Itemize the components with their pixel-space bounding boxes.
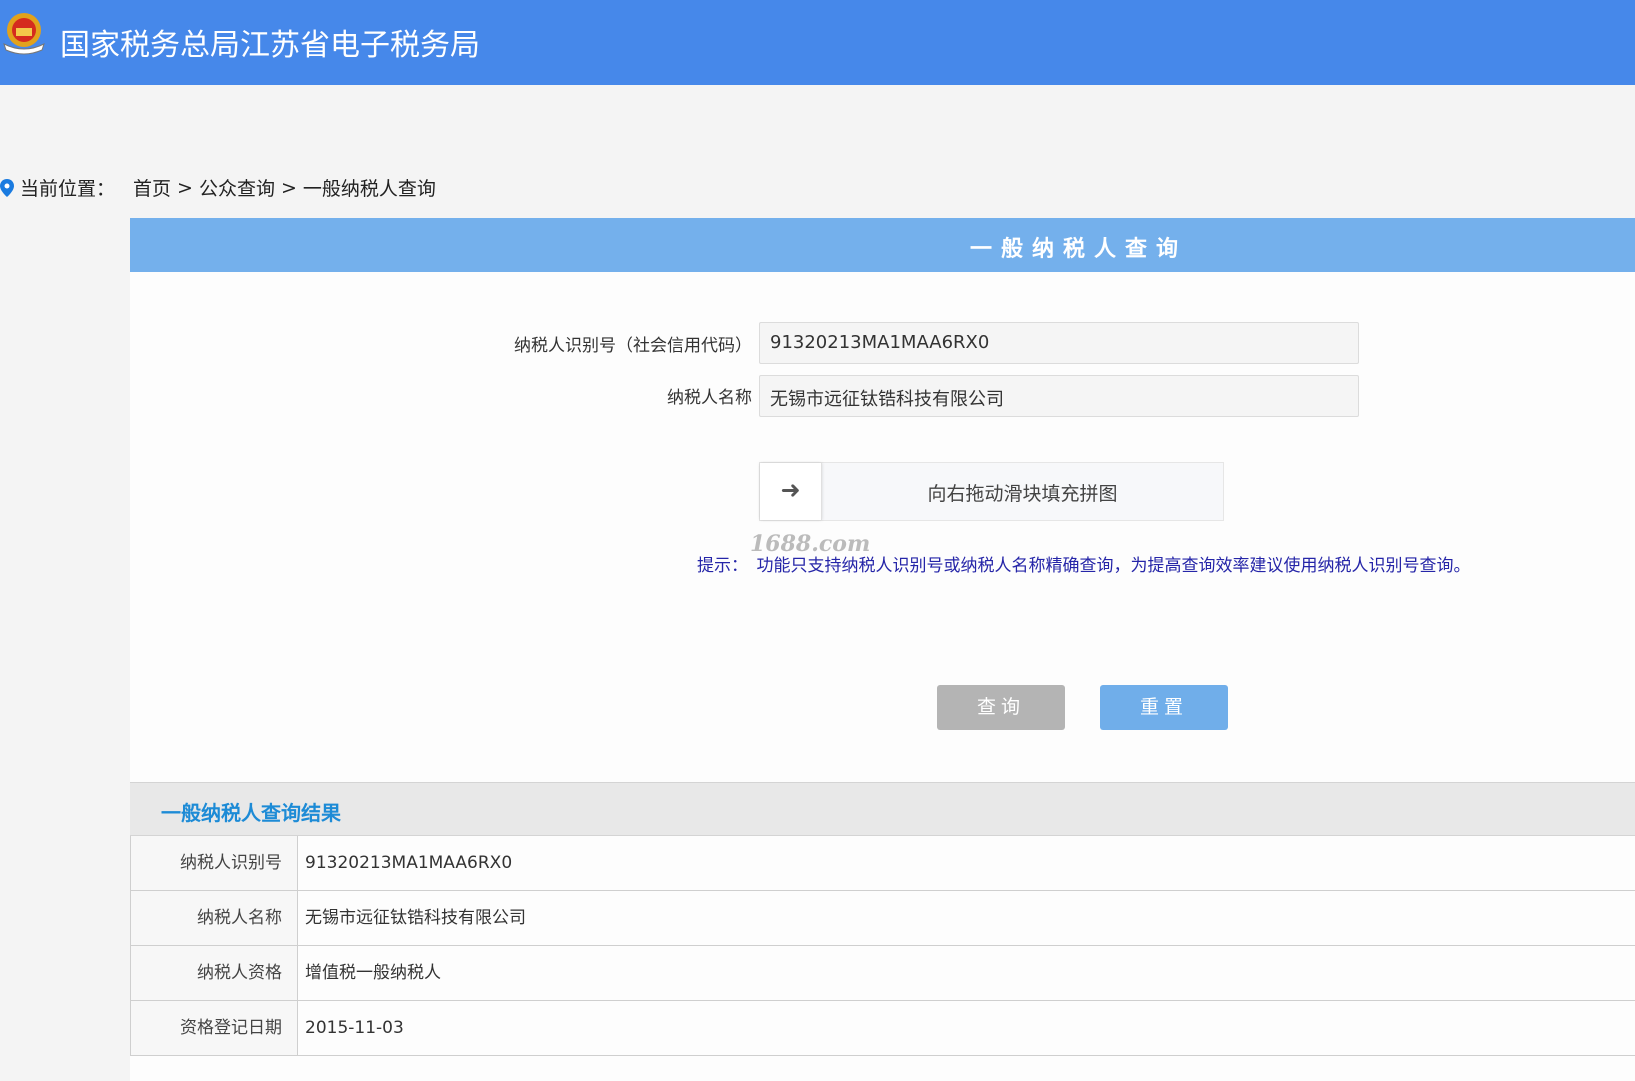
breadcrumb-separator: >: [177, 176, 193, 199]
query-button[interactable]: 查询: [937, 685, 1065, 730]
taxpayer-id-label: 纳税人识别号（社会信用代码）: [514, 336, 752, 356]
taxpayer-name-label: 纳税人名称: [667, 388, 752, 408]
row-label: 纳税人名称: [131, 891, 298, 945]
breadcrumb-label: 当前位置：: [20, 178, 116, 200]
table-row: 纳税人名称 无锡市远征钛锆科技有限公司: [130, 891, 1635, 946]
slider-handle[interactable]: ➜: [760, 463, 822, 520]
header-bar: 国家税务总局江苏省电子税务局: [0, 0, 1635, 85]
reset-button[interactable]: 重置: [1100, 685, 1228, 730]
row-value: 91320213MA1MAA6RX0: [305, 853, 513, 873]
query-panel: 一般纳税人查询 纳税人识别号（社会信用代码） 91320213MA1MAA6RX…: [130, 218, 1635, 1081]
table-row: 资格登记日期 2015-11-03: [130, 1001, 1635, 1056]
breadcrumb: 当前位置： 首页 > 公众查询 > 一般纳税人查询: [0, 174, 436, 201]
breadcrumb-public-query[interactable]: 公众查询: [199, 174, 275, 201]
row-value: 2015-11-03: [305, 1018, 404, 1038]
results-title: 一般纳税人查询结果: [161, 801, 341, 825]
breadcrumb-current: 一般纳税人查询: [302, 178, 436, 200]
panel-title: 一般纳税人查询: [970, 237, 1188, 262]
site-title: 国家税务总局江苏省电子税务局: [60, 28, 480, 63]
arrow-right-icon: ➜: [780, 476, 801, 504]
tip-text: 提示： 功能只支持纳税人识别号或纳税人名称精确查询，为提高查询效率建议使用纳税人…: [697, 556, 1471, 576]
taxpayer-name-input[interactable]: 无锡市远征钛锆科技有限公司: [759, 375, 1359, 417]
panel-title-bar: 一般纳税人查询: [130, 218, 1635, 272]
breadcrumb-separator: >: [280, 176, 297, 199]
row-label: 纳税人资格: [131, 946, 298, 1000]
row-label: 纳税人识别号: [131, 836, 298, 890]
row-value: 增值税一般纳税人: [305, 963, 441, 983]
captcha-slider[interactable]: ➜ 向右拖动滑块填充拼图: [759, 462, 1224, 521]
taxpayer-id-input[interactable]: 91320213MA1MAA6RX0: [759, 322, 1359, 364]
tax-emblem-logo: [3, 13, 45, 55]
row-label: 资格登记日期: [131, 1001, 298, 1055]
results-header: 一般纳税人查询结果: [130, 782, 1635, 836]
table-row: 纳税人识别号 91320213MA1MAA6RX0: [130, 836, 1635, 891]
table-row: 纳税人资格 增值税一般纳税人: [130, 946, 1635, 1001]
breadcrumb-home[interactable]: 首页: [133, 174, 171, 201]
slider-text: 向右拖动滑块填充拼图: [927, 483, 1118, 505]
row-value: 无锡市远征钛锆科技有限公司: [305, 908, 526, 928]
location-pin-icon: [0, 178, 14, 197]
